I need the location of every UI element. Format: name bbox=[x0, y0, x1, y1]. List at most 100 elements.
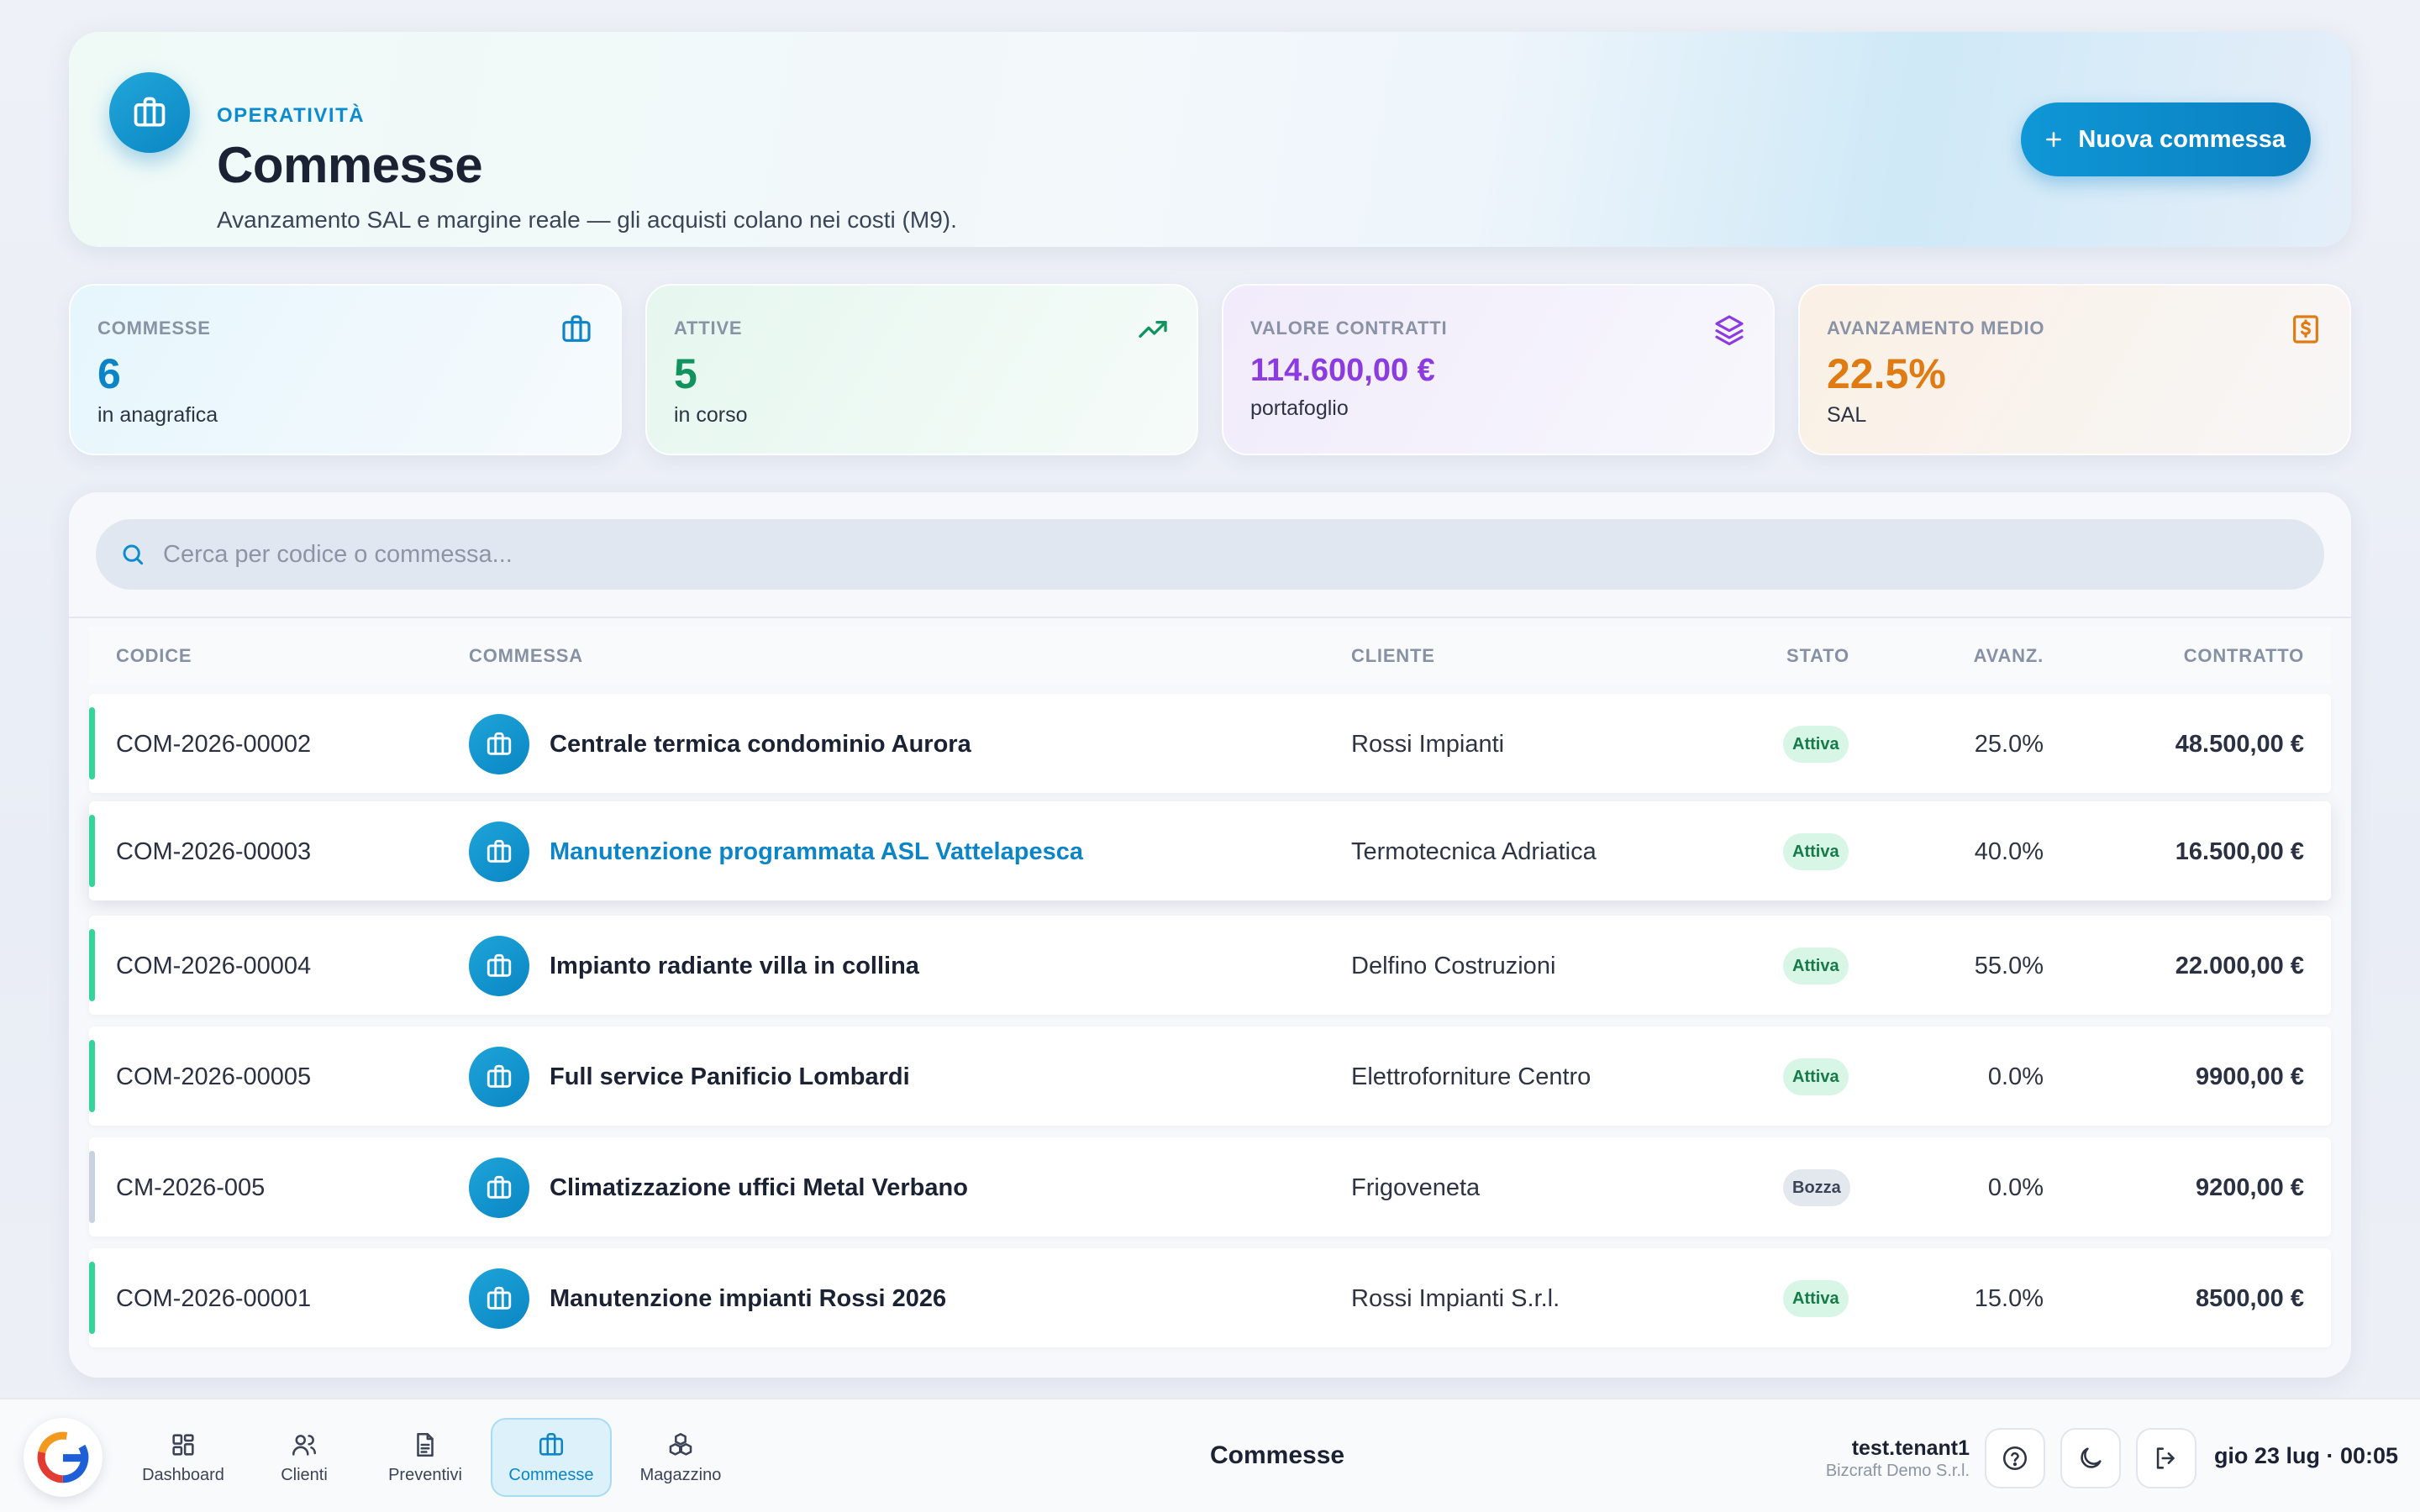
app-logo[interactable] bbox=[24, 1418, 103, 1497]
row-code: COM-2026-00003 bbox=[116, 838, 312, 865]
table-row[interactable]: COM-2026-00004 Impianto radiante villa i… bbox=[89, 916, 2331, 1015]
briefcase-icon bbox=[469, 1158, 529, 1218]
row-code: COM-2026-00002 bbox=[116, 731, 312, 758]
kpi-value: 114.600,00 € bbox=[1250, 353, 1435, 388]
nav-item-preventivi[interactable]: Preventivi bbox=[365, 1418, 486, 1497]
user-name: test.tenant1 bbox=[1851, 1436, 1970, 1460]
nav-item-commesse[interactable]: Commesse bbox=[491, 1418, 612, 1497]
status-badge: Attiva bbox=[1783, 726, 1849, 763]
briefcase-icon bbox=[469, 936, 529, 996]
row-contract: 22.000,00 € bbox=[2175, 953, 2304, 979]
table-row[interactable]: COM-2026-00003 Manutenzione programmata … bbox=[89, 801, 2331, 900]
kpi-card-attive: ATTIVE 5 in corso bbox=[645, 284, 1198, 455]
layers-icon bbox=[1712, 312, 1746, 346]
status-badge: Bozza bbox=[1783, 1169, 1850, 1206]
search-input[interactable] bbox=[163, 519, 2297, 590]
column-header-codice: CODICE bbox=[116, 645, 192, 666]
row-code: COM-2026-00005 bbox=[116, 1063, 312, 1090]
new-commessa-label: Nuova commessa bbox=[2078, 125, 2286, 153]
users-icon bbox=[290, 1431, 318, 1459]
row-commessa-name[interactable]: Centrale termica condominio Aurora bbox=[550, 731, 971, 759]
clock: gio 23 lug · 00:05 bbox=[2213, 1443, 2398, 1468]
receipt-icon bbox=[2289, 312, 2323, 346]
briefcase-icon bbox=[560, 312, 593, 346]
row-progress: 15.0% bbox=[1974, 1285, 2044, 1312]
briefcase-icon bbox=[537, 1431, 566, 1459]
help-icon bbox=[2001, 1444, 2029, 1473]
row-commessa-name[interactable]: Climatizzazione uffici Metal Verbano bbox=[550, 1174, 968, 1202]
row-client: Elettroforniture Centro bbox=[1351, 1063, 1591, 1090]
commesse-table-card: CODICE COMMESSA CLIENTE STATO AVANZ. CON… bbox=[69, 492, 2351, 1378]
nav-label: Magazzino bbox=[639, 1465, 722, 1484]
column-header-commessa: COMMESSA bbox=[469, 645, 583, 666]
table-row[interactable]: COM-2026-00001 Manutenzione impianti Ros… bbox=[89, 1248, 2331, 1347]
search-icon bbox=[119, 541, 146, 568]
kpi-label: ATTIVE bbox=[674, 318, 743, 339]
briefcase-icon bbox=[469, 1047, 529, 1107]
divider bbox=[69, 617, 2351, 618]
help-button[interactable] bbox=[1985, 1428, 2045, 1488]
status-indicator bbox=[89, 929, 95, 1001]
page-header: OPERATIVITÀ Commesse Avanzamento SAL e m… bbox=[69, 32, 2351, 247]
kpi-value: 6 bbox=[97, 350, 121, 397]
row-commessa-name[interactable]: Full service Panificio Lombardi bbox=[550, 1063, 910, 1091]
moon-icon bbox=[2076, 1444, 2105, 1473]
logout-button[interactable] bbox=[2136, 1428, 2196, 1488]
row-client: Frigoveneta bbox=[1351, 1174, 1481, 1201]
row-contract: 8500,00 € bbox=[2195, 1285, 2304, 1312]
briefcase-icon bbox=[469, 1268, 529, 1329]
row-client: Termotecnica Adriatica bbox=[1351, 838, 1597, 865]
row-code: COM-2026-00001 bbox=[116, 1285, 312, 1312]
status-indicator bbox=[89, 707, 95, 780]
nav-label: Commesse bbox=[508, 1465, 594, 1484]
theme-toggle-button[interactable] bbox=[2060, 1428, 2121, 1488]
page-title: Commesse bbox=[217, 137, 483, 193]
row-code: COM-2026-00004 bbox=[116, 953, 312, 979]
row-commessa-name[interactable]: Manutenzione programmata ASL Vattelapesc… bbox=[550, 838, 1083, 866]
kpi-label: AVANZAMENTO MEDIO bbox=[1827, 318, 2045, 339]
row-progress: 0.0% bbox=[1987, 1174, 2044, 1201]
row-client: Rossi Impianti bbox=[1351, 731, 1505, 758]
kpi-card-avanzamento-medio: AVANZAMENTO MEDIO 22.5% SAL bbox=[1798, 284, 2351, 455]
boxes-icon bbox=[666, 1431, 695, 1459]
nav-item-magazzino[interactable]: Magazzino bbox=[620, 1418, 741, 1497]
page-subtitle: Avanzamento SAL e margine reale — gli ac… bbox=[217, 207, 957, 233]
page-eyebrow: OPERATIVITÀ bbox=[217, 104, 366, 127]
row-progress: 40.0% bbox=[1974, 838, 2044, 865]
row-commessa-name[interactable]: Impianto radiante villa in collina bbox=[550, 953, 919, 980]
nav-label: Dashboard bbox=[142, 1465, 224, 1484]
status-indicator bbox=[89, 1262, 95, 1334]
table-row[interactable]: COM-2026-00005 Full service Panificio Lo… bbox=[89, 1026, 2331, 1126]
row-code: CM-2026-005 bbox=[116, 1174, 266, 1201]
logout-icon bbox=[2152, 1444, 2181, 1473]
column-header-cliente: CLIENTE bbox=[1351, 645, 1435, 666]
column-header-stato: STATO bbox=[1786, 645, 1849, 666]
column-header-contratto: CONTRATTO bbox=[2183, 645, 2304, 666]
row-commessa-name[interactable]: Manutenzione impianti Rossi 2026 bbox=[550, 1285, 946, 1313]
bottom-nav-bar: Dashboard Clienti Preventivi Commesse Ma… bbox=[0, 1398, 2420, 1512]
kpi-sub: SAL bbox=[1827, 403, 1867, 427]
row-progress: 0.0% bbox=[1987, 1063, 2044, 1090]
kpi-sub: in corso bbox=[674, 403, 748, 427]
status-badge: Attiva bbox=[1783, 948, 1849, 984]
column-header-avanz: AVANZ. bbox=[1973, 645, 2044, 666]
status-indicator bbox=[89, 815, 95, 887]
nav-item-clienti[interactable]: Clienti bbox=[244, 1418, 365, 1497]
nav-item-dashboard[interactable]: Dashboard bbox=[123, 1418, 244, 1497]
table-row[interactable]: COM-2026-00002 Centrale termica condomin… bbox=[89, 694, 2331, 793]
table-header: CODICE COMMESSA CLIENTE STATO AVANZ. CON… bbox=[89, 627, 2331, 684]
table-row[interactable]: CM-2026-005 Climatizzazione uffici Metal… bbox=[89, 1137, 2331, 1236]
kpi-sub: in anagrafica bbox=[97, 403, 218, 427]
trending-up-icon bbox=[1136, 312, 1170, 346]
nav-label: Clienti bbox=[281, 1465, 328, 1484]
search-bar[interactable] bbox=[96, 519, 2324, 590]
briefcase-icon bbox=[469, 714, 529, 774]
status-indicator bbox=[89, 1151, 95, 1223]
row-client: Delfino Costruzioni bbox=[1351, 953, 1556, 979]
briefcase-icon bbox=[469, 822, 529, 882]
row-progress: 55.0% bbox=[1974, 953, 2044, 979]
new-commessa-button[interactable]: Nuova commessa bbox=[2021, 102, 2311, 176]
kpi-value: 5 bbox=[674, 350, 697, 397]
status-indicator bbox=[89, 1040, 95, 1112]
row-contract: 9900,00 € bbox=[2195, 1063, 2304, 1090]
